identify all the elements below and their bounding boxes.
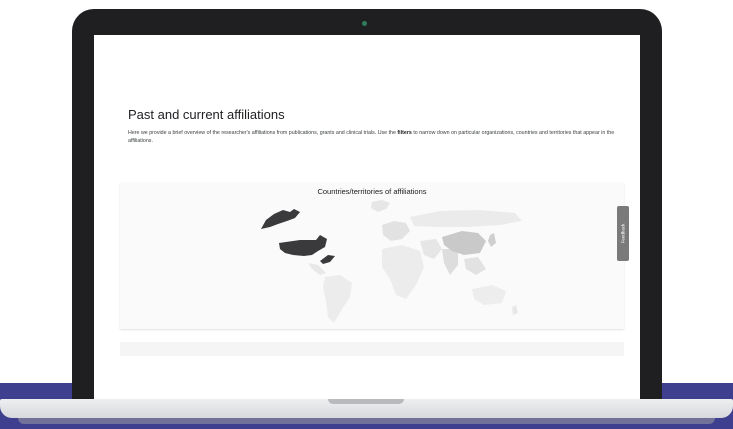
- map-region-central-america[interactable]: [308, 263, 326, 275]
- map-region-canada[interactable]: [261, 209, 300, 229]
- affiliations-map-card: Countries/territories of affiliations: [120, 183, 624, 329]
- section-title: Past and current affiliations: [128, 107, 285, 122]
- laptop-frame: Past and current affiliations Here we pr…: [72, 9, 662, 403]
- map-region-united-states[interactable]: [279, 235, 327, 256]
- filters-link[interactable]: filters: [397, 130, 411, 136]
- map-region-australia[interactable]: [472, 285, 506, 305]
- feedback-button[interactable]: Feedback: [617, 206, 629, 261]
- map-region-japan[interactable]: [488, 233, 496, 247]
- map-title: Countries/territories of affiliations: [317, 187, 427, 196]
- map-region-greenland[interactable]: [371, 200, 390, 212]
- browser-viewport: Past and current affiliations Here we pr…: [94, 35, 640, 399]
- world-map[interactable]: [120, 183, 624, 329]
- laptop-shadow: [18, 418, 715, 424]
- intro-text-start: Here we provide a brief overview of the …: [128, 130, 398, 136]
- map-region-india[interactable]: [442, 249, 458, 275]
- map-region-south-america[interactable]: [323, 275, 352, 323]
- map-region-alaska[interactable]: [320, 255, 335, 264]
- map-region-africa[interactable]: [382, 245, 424, 299]
- map-region-europe[interactable]: [382, 221, 410, 241]
- map-region-southeast-asia[interactable]: [464, 257, 486, 275]
- map-region-middle-east[interactable]: [420, 239, 442, 259]
- laptop-notch: [328, 399, 404, 404]
- map-region-new-zealand[interactable]: [512, 305, 518, 315]
- intro-text: Here we provide a brief overview of the …: [128, 130, 638, 145]
- next-section-placeholder: [120, 342, 624, 356]
- camera-icon: [362, 21, 367, 26]
- laptop-base: [0, 399, 733, 418]
- feedback-label: Feedback: [620, 223, 626, 244]
- map-region-russia[interactable]: [410, 210, 522, 227]
